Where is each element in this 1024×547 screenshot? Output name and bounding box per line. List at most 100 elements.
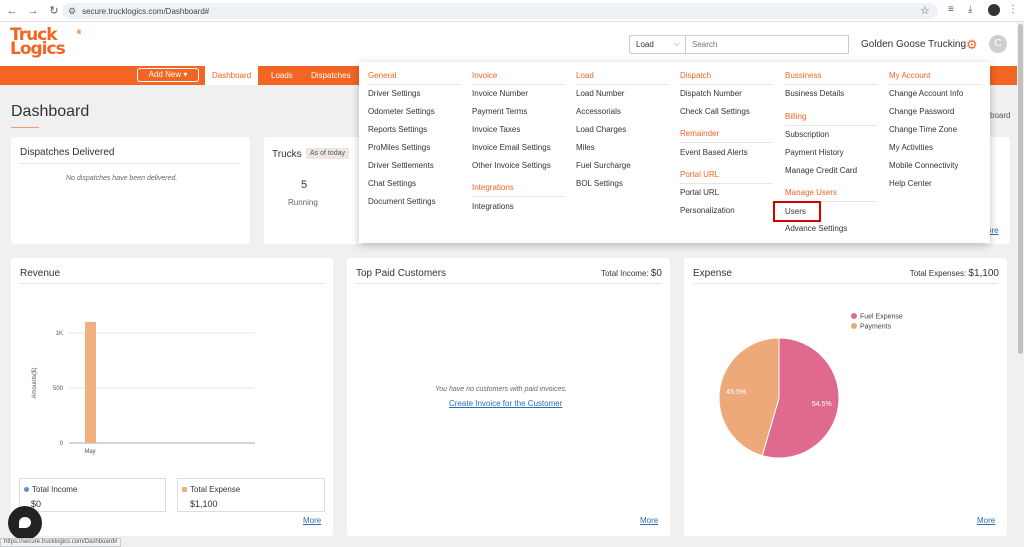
menu-item-document-settings[interactable]: Document Settings (368, 197, 436, 206)
avatar[interactable]: C (989, 35, 1007, 53)
menu-item-driver-settings[interactable]: Driver Settings (368, 89, 420, 98)
menu-head-my-account: My Account (889, 71, 931, 80)
total-expenses-summary: Total Expenses: $1,100 (910, 268, 999, 279)
menu-item-mobile-connectivity[interactable]: Mobile Connectivity (889, 161, 958, 170)
menu-item-check-call-settings[interactable]: Check Call Settings (680, 107, 750, 116)
menu-item-help-center[interactable]: Help Center (889, 179, 932, 188)
income-dot-icon (24, 487, 29, 492)
menu-item-other-invoice-settings[interactable]: Other Invoice Settings (472, 161, 551, 170)
highlight-box (773, 201, 821, 222)
tab-dispatches[interactable]: Dispatches (304, 66, 358, 85)
menu-item-accessorials[interactable]: Accessorials (576, 107, 621, 116)
logo-text-2: Logics (10, 39, 66, 59)
pie-value-label: 54.5% (812, 401, 832, 408)
menu-item-promiles-settings[interactable]: ProMiles Settings (368, 143, 430, 152)
bookmark-star-icon[interactable]: ☆ (920, 4, 930, 17)
menu-head-integrations: Integrations (472, 183, 514, 192)
menu-item-dispatch-number[interactable]: Dispatch Number (680, 89, 742, 98)
search-box[interactable] (685, 35, 849, 54)
total-income-summary-label: Total Income: (601, 269, 649, 278)
menu-item-bol-settings[interactable]: BOL Settings (576, 179, 623, 188)
menu-item-driver-settlements[interactable]: Driver Settlements (368, 161, 434, 170)
company-name: Golden Goose Trucking (861, 39, 967, 50)
page-right-hint: board (990, 111, 1011, 120)
menu-item-miles[interactable]: Miles (576, 143, 595, 152)
back-icon[interactable]: ← (3, 2, 21, 20)
address-bar[interactable]: ⚙ secure.trucklogics.com/Dashboard# (62, 3, 938, 19)
total-income-box: Total Income $0 (19, 478, 166, 512)
forward-icon[interactable]: → (24, 2, 42, 20)
menu-item-personalization[interactable]: Personalization (680, 206, 735, 215)
divider (20, 163, 240, 164)
divider (785, 125, 877, 126)
menu-item-change-time-zone[interactable]: Change Time Zone (889, 125, 957, 134)
menu-item-portal-url[interactable]: Portal URL (680, 188, 719, 197)
menu-item-odometer-settings[interactable]: Odometer Settings (368, 107, 435, 116)
menu-item-change-password[interactable]: Change Password (889, 107, 954, 116)
divider (680, 183, 772, 184)
menu-dots-icon[interactable]: ⋮ (1008, 4, 1018, 15)
x-tick-label: May (84, 449, 95, 455)
gear-icon[interactable]: ⚙ (966, 37, 978, 53)
y-tick-label: 0 (60, 441, 64, 447)
create-invoice-link[interactable]: Create Invoice for the Customer (449, 399, 562, 408)
tab-loads[interactable]: Loads (264, 66, 300, 85)
more-link[interactable]: More (977, 516, 995, 525)
reading-list-icon[interactable]: ≡ (948, 4, 954, 15)
chat-bubble-button[interactable] (8, 506, 42, 540)
search-type-value: Load (636, 40, 654, 49)
income-label-text: Total Income (32, 485, 78, 494)
y-axis-label: Amounts($) (32, 367, 38, 398)
menu-item-load-number[interactable]: Load Number (576, 89, 624, 98)
settings-menu: General Driver Settings Odometer Setting… (359, 62, 990, 243)
trucks-count: 5 (301, 179, 308, 191)
total-income-summary: Total Income: $0 (601, 268, 662, 279)
menu-item-payment-history[interactable]: Payment History (785, 148, 844, 157)
add-new-button[interactable]: Add New ▾ (137, 68, 199, 82)
menu-item-payment-terms[interactable]: Payment Terms (472, 107, 527, 116)
expense-label-text: Total Expense (190, 485, 241, 494)
menu-item-advance-settings[interactable]: Advance Settings (785, 224, 847, 233)
revenue-card: Revenue 0 500 1K Amounts($) May Total Income… (11, 258, 333, 536)
menu-head-general: General (368, 71, 397, 80)
total-income-label: Total Income (24, 485, 77, 494)
menu-item-reports-settings[interactable]: Reports Settings (368, 125, 427, 134)
menu-item-subscription[interactable]: Subscription (785, 130, 829, 139)
trucklogics-logo[interactable]: Truck Logics ® (10, 27, 82, 59)
y-tick-label: 500 (53, 386, 64, 392)
menu-item-invoice-number[interactable]: Invoice Number (472, 89, 528, 98)
total-expense-label: Total Expense (182, 485, 240, 494)
profile-icon[interactable] (988, 4, 1000, 16)
divider (785, 84, 877, 85)
tab-dashboard[interactable]: Dashboard (205, 66, 259, 85)
empty-message: No dispatches have been delivered. (66, 175, 178, 182)
menu-item-event-based-alerts[interactable]: Event Based Alerts (680, 148, 748, 157)
more-link[interactable]: More (640, 516, 658, 525)
card-title: Revenue (20, 268, 61, 279)
status-url: https://secure.trucklogics.com/Dashboard… (0, 538, 122, 547)
divider (356, 283, 661, 284)
app-header: Truck Logics ® Load ⌵ Golden Goose Truck… (0, 22, 1017, 66)
menu-item-invoice-email-settings[interactable]: Invoice Email Settings (472, 143, 551, 152)
menu-head-business: Bussiness (785, 71, 822, 80)
menu-item-load-charges[interactable]: Load Charges (576, 125, 626, 134)
menu-item-fuel-surcharge[interactable]: Fuel Surcharge (576, 161, 631, 170)
menu-item-change-account-info[interactable]: Change Account Info (889, 89, 963, 98)
scrollbar-thumb[interactable] (1018, 24, 1023, 354)
menu-item-manage-credit-card[interactable]: Manage Credit Card (785, 166, 857, 175)
download-icon[interactable]: ⤓ (968, 4, 972, 15)
more-link[interactable]: More (303, 516, 321, 525)
site-info-icon[interactable]: ⚙ (68, 6, 76, 17)
divider (20, 283, 324, 284)
reload-icon[interactable]: ↻ (45, 2, 63, 20)
menu-item-integrations[interactable]: Integrations (472, 202, 514, 211)
menu-item-chat-settings[interactable]: Chat Settings (368, 179, 416, 188)
search-type-select[interactable]: Load ⌵ (629, 35, 686, 54)
menu-item-business-details[interactable]: Business Details (785, 89, 844, 98)
menu-item-invoice-taxes[interactable]: Invoice Taxes (472, 125, 520, 134)
title-underline (11, 127, 39, 128)
search-input[interactable] (692, 40, 842, 49)
menu-head-portal-url: Portal URL (680, 170, 720, 179)
menu-item-my-activities[interactable]: My Activities (889, 143, 933, 152)
legend-label: Fuel Expense (860, 314, 903, 321)
